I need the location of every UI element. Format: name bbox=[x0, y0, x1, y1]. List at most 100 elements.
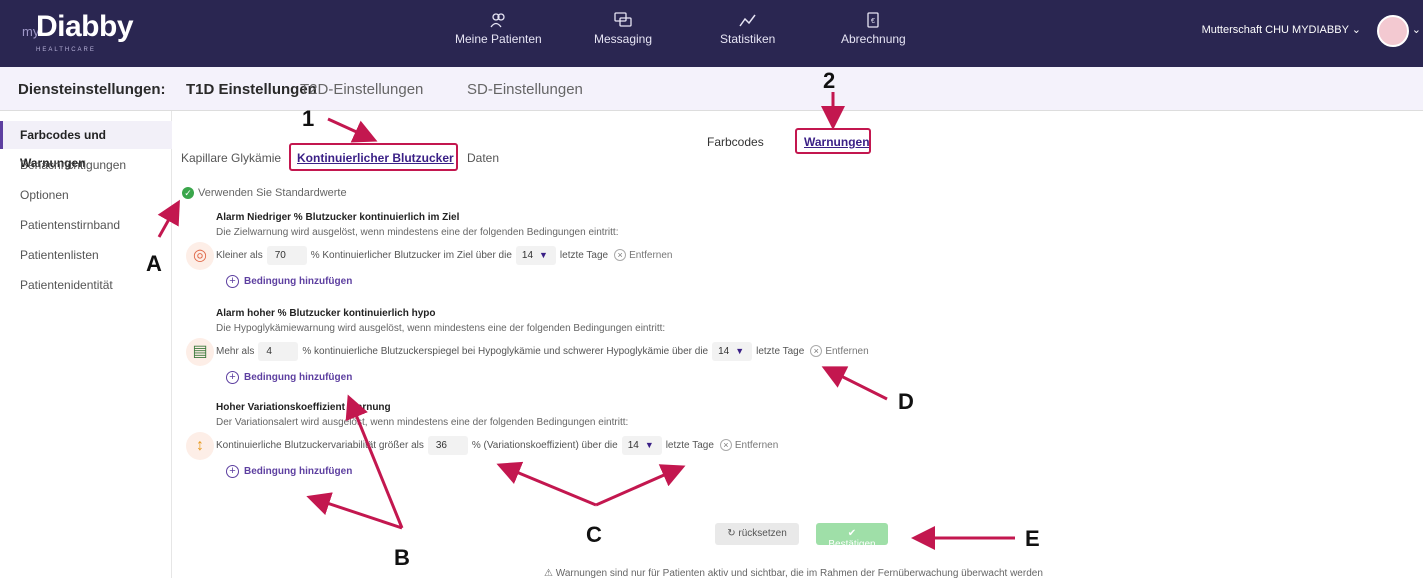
plus-icon: + bbox=[226, 371, 239, 384]
tab-kapillare-glykaemie[interactable]: Kapillare Glykämie bbox=[181, 151, 281, 165]
subnav-title: Diensteinstellungen: bbox=[18, 81, 166, 98]
alert-condition-row: Mehr als 4% kontinuierliche Blutzuckerspi… bbox=[216, 342, 869, 361]
sidebar-item-patientenlisten[interactable]: Patientenlisten bbox=[0, 241, 172, 269]
confirm-button[interactable]: ✔ Bestätigen bbox=[816, 523, 888, 550]
sidebar-item-benachrichtigungen[interactable]: Benachrichtigungen bbox=[0, 151, 172, 179]
svg-text:€: € bbox=[871, 18, 875, 25]
chevron-down-icon: ▼ bbox=[735, 346, 745, 356]
alert-description: Die Hypoglykämiewarnung wird ausgelöst, … bbox=[216, 323, 666, 334]
nav-messaging[interactable]: Messaging bbox=[594, 12, 652, 46]
threshold-input[interactable]: 36 bbox=[427, 436, 468, 455]
nav-label: Meine Patienten bbox=[455, 32, 542, 46]
days-value: 14 bbox=[627, 440, 639, 451]
annotation-box-2 bbox=[795, 128, 871, 154]
nav-abrechnung[interactable]: € Abrechnung bbox=[841, 12, 906, 46]
condition-text: % kontinuierliche Blutzuckerspiegel bei … bbox=[302, 346, 709, 357]
sidebar-item-farbcodes-warnungen[interactable]: Farbcodes und Warnungen bbox=[0, 121, 172, 170]
days-value: 14 bbox=[718, 346, 730, 357]
footnote: ⚠ Warnungen sind nur für Patienten aktiv… bbox=[544, 568, 1043, 579]
settings-sidebar: Farbcodes und Warnungen Benachrichtigung… bbox=[0, 111, 172, 578]
remove-condition-button[interactable]: × Entfernen bbox=[719, 439, 779, 451]
remove-label: Entfernen bbox=[629, 250, 673, 261]
reset-button[interactable]: ↻ rücksetzen bbox=[715, 523, 799, 545]
use-defaults-toggle[interactable]: ✓ Verwenden Sie Standardwerte bbox=[182, 187, 347, 200]
sidebar-item-optionen[interactable]: Optionen bbox=[0, 181, 172, 209]
nav-meine-patienten[interactable]: Meine Patienten bbox=[455, 12, 542, 46]
settings-subnav: Diensteinstellungen: T1D Einstellungen T… bbox=[0, 67, 1423, 111]
add-condition-button[interactable]: + Bedingung hinzufügen bbox=[226, 371, 352, 384]
nav-label: Abrechnung bbox=[841, 32, 906, 46]
remove-label: Entfernen bbox=[734, 440, 779, 451]
statistics-icon bbox=[739, 14, 756, 27]
alert-hypo: ▤ Alarm hoher % Blutzucker kontinuierlic… bbox=[186, 308, 1086, 384]
nav-statistiken[interactable]: Statistiken bbox=[720, 12, 775, 46]
condition-suffix: letzte Tage bbox=[756, 346, 805, 357]
close-icon: × bbox=[614, 249, 627, 261]
nav-label: Statistiken bbox=[720, 32, 776, 46]
tab-sd-einstellungen[interactable]: SD-Einstellungen bbox=[467, 81, 583, 98]
chevron-down-icon[interactable]: ⌄ bbox=[1412, 23, 1421, 36]
tab-daten[interactable]: Daten bbox=[467, 151, 499, 165]
add-condition-label: Bedingung hinzufügen bbox=[244, 372, 353, 383]
user-name: Mutterschaft CHU MYDIABBY bbox=[1201, 24, 1349, 36]
hypo-chart-icon: ▤ bbox=[186, 338, 214, 366]
check-circle-icon: ✓ bbox=[182, 187, 194, 200]
condition-suffix: letzte Tage bbox=[665, 440, 714, 451]
remove-label: Entfernen bbox=[825, 346, 869, 357]
add-condition-button[interactable]: + Bedingung hinzufügen bbox=[226, 275, 352, 288]
add-condition-label: Bedingung hinzufügen bbox=[244, 276, 353, 287]
target-icon: ◎ bbox=[186, 242, 214, 270]
avatar[interactable] bbox=[1377, 15, 1409, 47]
close-icon: × bbox=[810, 345, 823, 357]
remove-condition-button[interactable]: × Entfernen bbox=[810, 345, 869, 357]
alert-description: Der Variationsalert wird ausgelöst, wenn… bbox=[216, 417, 629, 428]
days-value: 14 bbox=[521, 250, 534, 261]
alert-title: Alarm Niedriger % Blutzucker kontinuierl… bbox=[216, 212, 460, 223]
condition-text: % Kontinuierlicher Blutzucker im Ziel üb… bbox=[310, 250, 512, 261]
plus-icon: + bbox=[226, 465, 239, 478]
logo-name: Diabby bbox=[36, 10, 134, 43]
add-condition-button[interactable]: + Bedingung hinzufügen bbox=[226, 465, 352, 478]
alert-description: Die Zielwarnung wird ausgelöst, wenn min… bbox=[216, 227, 619, 238]
logo-subtitle: HEALTHCARE bbox=[36, 47, 96, 53]
alert-condition-row: Kleiner als 70% Kontinuierlicher Blutzuck… bbox=[216, 246, 672, 265]
condition-prefix: Mehr als bbox=[216, 346, 255, 357]
alert-variation: ↕ Hoher Variationskoeffizient Warnung De… bbox=[186, 402, 1086, 478]
nav-label: Messaging bbox=[594, 32, 653, 46]
top-navigation-bar: my Diabby HEALTHCARE Meine Patienten Mes… bbox=[0, 0, 1423, 67]
threshold-input[interactable]: 70 bbox=[266, 246, 307, 265]
condition-suffix: letzte Tage bbox=[559, 250, 609, 261]
reset-label: rücksetzen bbox=[738, 528, 787, 539]
chevron-down-icon: ▼ bbox=[644, 440, 654, 450]
variation-icon: ↕ bbox=[186, 432, 214, 460]
billing-icon: € bbox=[867, 12, 880, 28]
main-content: Farbcodes Warnungen Kapillare Glykämie K… bbox=[172, 111, 1423, 579]
chevron-down-icon: ▼ bbox=[539, 250, 548, 260]
alert-title: Alarm hoher % Blutzucker kontinuierlich … bbox=[216, 308, 436, 319]
alert-target: ◎ Alarm Niedriger % Blutzucker kontinuie… bbox=[186, 212, 1086, 288]
annotation-box-1 bbox=[289, 143, 458, 171]
check-icon: ✔ bbox=[847, 528, 857, 539]
patients-icon bbox=[490, 13, 506, 28]
plus-icon: + bbox=[226, 275, 239, 288]
sidebar-item-patientenidentitaet[interactable]: Patientenidentität bbox=[0, 271, 172, 299]
confirm-label: Bestätigen bbox=[828, 539, 876, 550]
warning-icon: ⚠ bbox=[544, 568, 556, 579]
condition-prefix: Kontinuierliche Blutzuckervariabilität g… bbox=[216, 440, 424, 451]
tab-t2d-einstellungen[interactable]: T2D-Einstellungen bbox=[300, 81, 423, 98]
days-select[interactable]: 14 ▼ bbox=[515, 246, 556, 265]
alert-title: Hoher Variationskoeffizient Warnung bbox=[216, 402, 391, 413]
messaging-icon bbox=[614, 12, 632, 27]
threshold-input[interactable]: 4 bbox=[258, 342, 299, 361]
sidebar-item-patientenstirnband[interactable]: Patientenstirnband bbox=[0, 211, 172, 239]
days-select[interactable]: 14 ▼ bbox=[621, 436, 662, 455]
tab-farbcodes[interactable]: Farbcodes bbox=[707, 135, 764, 149]
refresh-icon: ↻ bbox=[727, 528, 739, 539]
add-condition-label: Bedingung hinzufügen bbox=[244, 466, 353, 477]
days-select[interactable]: 14 ▼ bbox=[712, 342, 753, 361]
tab-t1d-einstellungen[interactable]: T1D Einstellungen bbox=[186, 81, 317, 98]
use-defaults-label: Verwenden Sie Standardwerte bbox=[198, 187, 347, 199]
remove-condition-button[interactable]: × Entfernen bbox=[614, 249, 673, 261]
close-icon: × bbox=[719, 439, 732, 451]
condition-text: % (Variationskoeffizient) über die bbox=[471, 440, 618, 451]
